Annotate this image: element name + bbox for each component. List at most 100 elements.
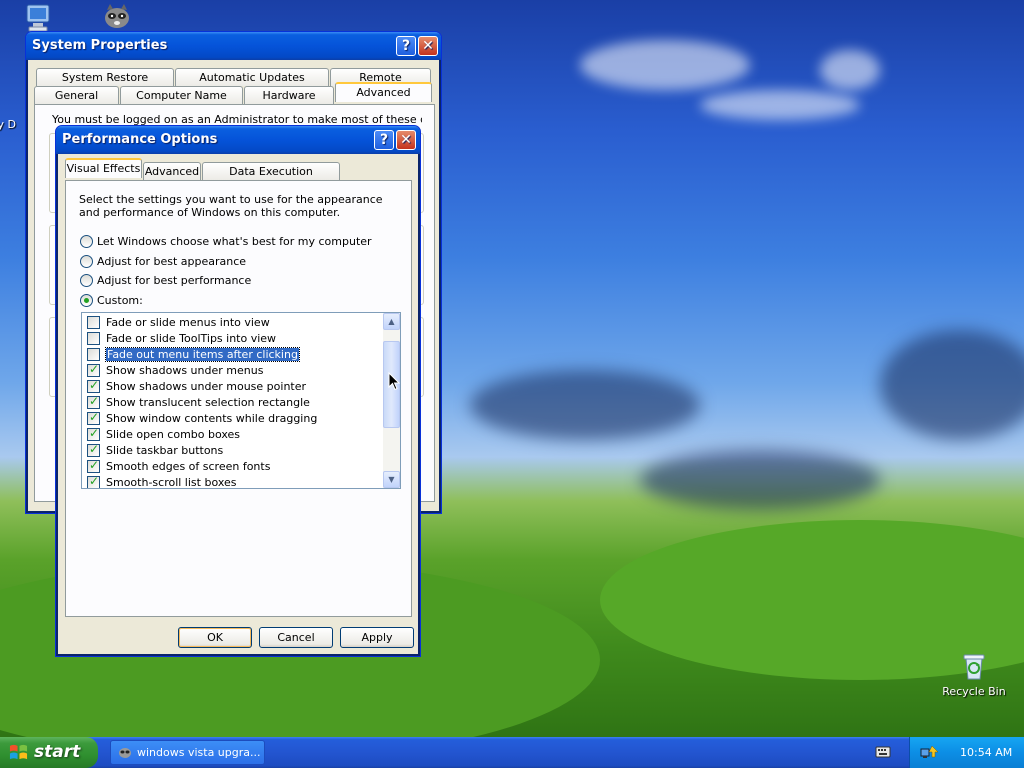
- effect-label: Show shadows under mouse pointer: [106, 379, 307, 393]
- effect-label: Fade out menu items after clicking: [105, 346, 300, 362]
- effect-checkbox[interactable]: [87, 347, 100, 361]
- radio-label: Adjust for best performance: [97, 274, 252, 287]
- desktop-icon-label: Recycle Bin: [942, 685, 1006, 698]
- raccoon-icon: [119, 748, 131, 758]
- tab-hardware[interactable]: Hardware: [244, 86, 334, 104]
- performance-options-titlebar[interactable]: Performance Options ? ✕: [56, 126, 420, 154]
- effect-label: Show shadows under menus: [106, 363, 264, 377]
- effect-checkbox[interactable]: [87, 331, 100, 345]
- clock[interactable]: 10:54 AM: [960, 737, 1012, 768]
- effect-item[interactable]: Show shadows under mouse pointer: [82, 378, 382, 394]
- close-button[interactable]: ✕: [418, 36, 438, 56]
- effect-checkbox[interactable]: [87, 362, 100, 377]
- tab-label: Hardware: [262, 89, 316, 102]
- effect-checkbox[interactable]: [87, 442, 100, 457]
- tab-computer-name[interactable]: Computer Name: [120, 86, 243, 104]
- desktop-icon-recycle-bin[interactable]: Recycle Bin: [939, 650, 1009, 698]
- performance-options-window: Performance Options ? ✕ Visual Effects A…: [55, 125, 421, 657]
- tab-label: Visual Effects: [66, 162, 141, 175]
- radio-label: Custom:: [97, 294, 143, 307]
- system-properties-titlebar[interactable]: System Properties ? ✕: [26, 32, 441, 60]
- tab-advanced[interactable]: Advanced: [143, 162, 201, 180]
- tab-label: General: [54, 89, 99, 102]
- windows-logo-icon: [9, 744, 28, 760]
- tab-label: Advanced: [144, 165, 200, 178]
- effect-item[interactable]: Slide open combo boxes: [82, 426, 382, 442]
- effect-checkbox[interactable]: [87, 426, 100, 441]
- button-label: OK: [207, 631, 223, 644]
- recycle-bin-icon: [958, 650, 990, 682]
- tab-system-restore[interactable]: System Restore: [36, 68, 174, 86]
- effect-checkbox[interactable]: [87, 458, 100, 473]
- radio-button[interactable]: [80, 255, 93, 268]
- taskbar: start windows vista upgra... 10:54 AM: [0, 737, 1024, 768]
- effect-label: Slide open combo boxes: [106, 427, 241, 441]
- effect-item[interactable]: Slide taskbar buttons: [82, 442, 382, 458]
- radio-label: Adjust for best appearance: [97, 255, 247, 268]
- desktop-icon-label: My D: [0, 118, 16, 131]
- radio-let-windows-choose[interactable]: Let Windows choose what's best for my co…: [80, 235, 372, 248]
- radio-best-appearance[interactable]: Adjust for best appearance: [80, 255, 246, 268]
- scroll-up-button[interactable]: ▲: [383, 313, 400, 330]
- visual-effects-list[interactable]: Fade or slide menus into view Fade or sli…: [81, 312, 401, 489]
- effect-checkbox[interactable]: [87, 474, 100, 488]
- tab-general[interactable]: General: [34, 86, 119, 104]
- effect-item[interactable]: Smooth-scroll list boxes: [82, 474, 382, 489]
- effect-item[interactable]: Show translucent selection rectangle: [82, 394, 382, 410]
- taskbar-item-label: windows vista upgra...: [137, 746, 261, 759]
- window-title: System Properties: [32, 38, 168, 53]
- radio-custom[interactable]: Custom:: [80, 294, 143, 307]
- radio-button[interactable]: [80, 274, 93, 287]
- effects-scrollbar[interactable]: ▲ ▼: [383, 313, 400, 488]
- effect-item[interactable]: Smooth edges of screen fonts: [82, 458, 382, 474]
- mouse-pointer-icon: [388, 372, 400, 391]
- effect-item[interactable]: Fade or slide ToolTips into view: [82, 330, 382, 346]
- tab-automatic-updates[interactable]: Automatic Updates: [175, 68, 329, 86]
- button-label: Apply: [361, 631, 393, 644]
- effect-label: Show translucent selection rectangle: [106, 395, 310, 409]
- radio-best-performance[interactable]: Adjust for best performance: [80, 274, 251, 287]
- button-label: Cancel: [277, 631, 315, 644]
- effect-item[interactable]: Show shadows under menus: [82, 362, 382, 378]
- tab-advanced[interactable]: Advanced: [335, 82, 432, 102]
- effect-label: Show window contents while dragging: [106, 411, 318, 425]
- radio-label: Let Windows choose what's best for my co…: [97, 235, 372, 248]
- taskbar-item-windows-vista-upgrade[interactable]: windows vista upgra...: [110, 740, 265, 765]
- effect-checkbox[interactable]: [87, 394, 100, 409]
- apply-button[interactable]: Apply: [340, 627, 414, 648]
- tab-visual-effects[interactable]: Visual Effects: [65, 158, 142, 178]
- effect-label: Fade or slide ToolTips into view: [106, 331, 277, 345]
- computer-icon: [23, 2, 55, 34]
- effect-item[interactable]: Fade or slide menus into view: [82, 314, 382, 330]
- keyboard-icon[interactable]: [875, 745, 891, 759]
- start-label: start: [34, 742, 81, 762]
- performance-options-body: Visual Effects Advanced Data Execution P…: [59, 154, 417, 653]
- effect-checkbox[interactable]: [87, 315, 100, 329]
- visual-effects-panel: Select the settings you want to use for …: [65, 180, 412, 617]
- effect-checkbox[interactable]: [87, 410, 100, 425]
- close-button[interactable]: ✕: [396, 130, 416, 150]
- radio-button[interactable]: [80, 235, 93, 248]
- help-button[interactable]: ?: [374, 130, 394, 150]
- tab-label: Advanced: [356, 86, 411, 99]
- tab-data-execution-prevention[interactable]: Data Execution Prevention: [202, 162, 340, 195]
- raccoon-icon: [101, 2, 133, 34]
- scroll-down-button[interactable]: ▼: [383, 471, 400, 488]
- tab-label: Automatic Updates: [199, 71, 305, 84]
- radio-button[interactable]: [80, 294, 93, 307]
- effect-item[interactable]: Show window contents while dragging: [82, 410, 382, 426]
- system-tray: 10:54 AM: [909, 737, 1024, 768]
- network-icon[interactable]: [920, 743, 940, 761]
- tab-label: System Restore: [61, 71, 149, 84]
- intro-text: Select the settings you want to use for …: [79, 193, 383, 219]
- ok-button[interactable]: OK: [178, 627, 252, 648]
- effect-label: Smooth-scroll list boxes: [106, 475, 237, 489]
- cancel-button[interactable]: Cancel: [259, 627, 333, 648]
- effect-label: Slide taskbar buttons: [106, 443, 224, 457]
- start-button[interactable]: start: [0, 737, 98, 768]
- window-title: Performance Options: [62, 132, 218, 147]
- effect-checkbox[interactable]: [87, 378, 100, 393]
- effect-item[interactable]: Fade out menu items after clicking: [82, 346, 382, 362]
- effect-label: Smooth edges of screen fonts: [106, 459, 271, 473]
- help-button[interactable]: ?: [396, 36, 416, 56]
